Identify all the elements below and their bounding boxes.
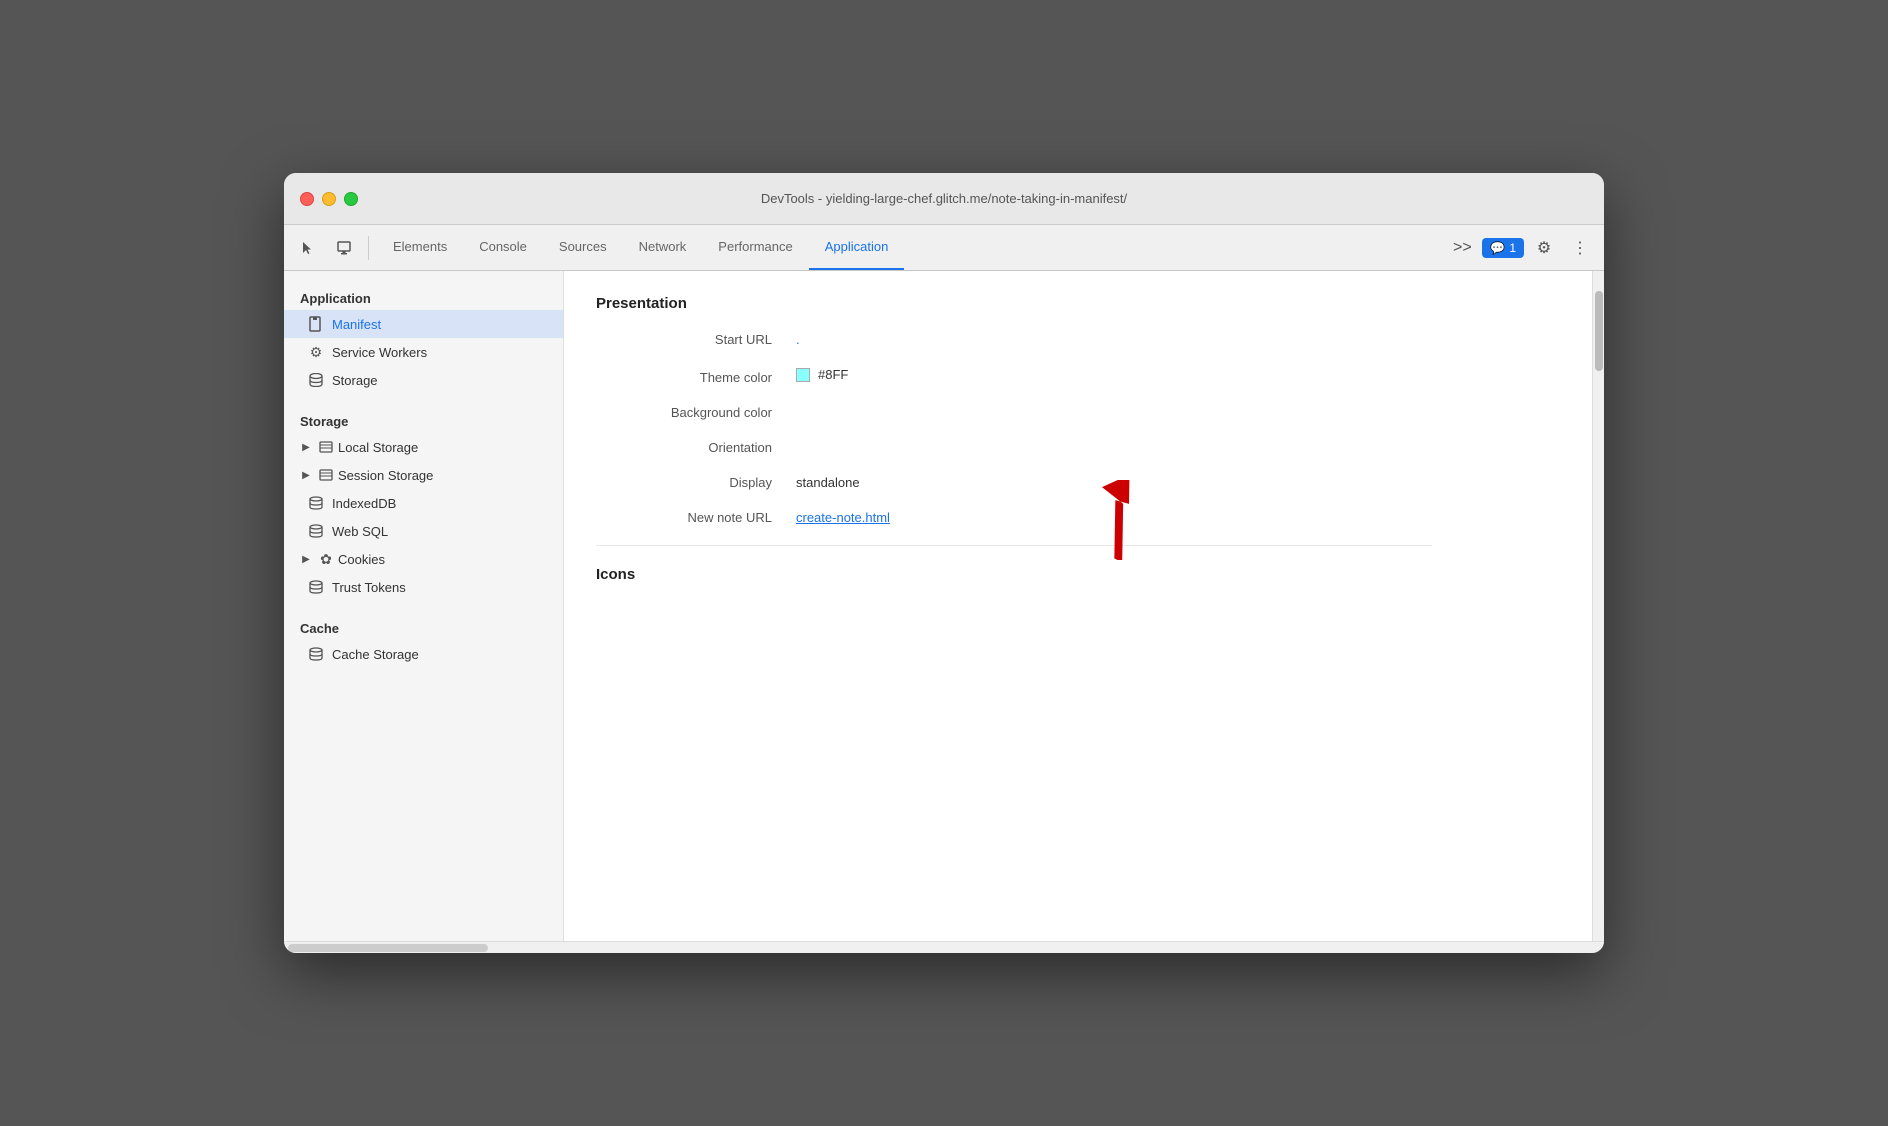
tab-bar: Elements Console Sources Network Perform… <box>377 225 904 270</box>
arrow-annotation <box>1076 480 1166 565</box>
cache-storage-label: Cache Storage <box>332 647 419 662</box>
field-row-display: Display standalone <box>596 475 1432 490</box>
sidebar-item-storage[interactable]: Storage <box>284 366 563 394</box>
storage-section-label: Storage <box>284 406 563 433</box>
theme-color-text: #8FF <box>818 367 848 382</box>
sidebar-item-trust-tokens[interactable]: Trust Tokens <box>284 573 563 601</box>
sidebar: Application Manifest ⚙ Service Workers <box>284 271 564 941</box>
chat-count: 1 <box>1509 241 1516 255</box>
local-storage-icon <box>318 439 334 455</box>
manifest-icon <box>308 316 324 332</box>
sidebar-item-cache-storage[interactable]: Cache Storage <box>284 640 563 668</box>
new-note-url-link[interactable]: create-note.html <box>796 510 890 525</box>
right-scrollbar[interactable] <box>1592 271 1604 941</box>
window-title: DevTools - yielding-large-chef.glitch.me… <box>761 191 1127 206</box>
session-storage-icon <box>318 467 334 483</box>
close-button[interactable] <box>300 192 314 206</box>
session-storage-arrow-icon: ▶ <box>300 469 312 481</box>
sidebar-item-web-sql[interactable]: Web SQL <box>284 517 563 545</box>
sidebar-item-indexed-db[interactable]: IndexedDB <box>284 489 563 517</box>
content-area: Presentation Start URL . Theme color #8F… <box>564 271 1592 941</box>
bottom-scrollbar-thumb[interactable] <box>288 944 488 952</box>
main-area: Application Manifest ⚙ Service Workers <box>284 271 1604 941</box>
service-workers-label: Service Workers <box>332 345 427 360</box>
web-sql-label: Web SQL <box>332 524 388 539</box>
toolbar-right: >> 💬 1 ⚙ ⋮ <box>1446 232 1596 264</box>
start-url-value: . <box>796 332 800 347</box>
new-note-url-value[interactable]: create-note.html <box>796 510 890 525</box>
new-note-url-label: New note URL <box>596 510 796 525</box>
web-sql-icon <box>308 523 324 539</box>
sidebar-item-service-workers[interactable]: ⚙ Service Workers <box>284 338 563 366</box>
service-workers-icon: ⚙ <box>308 344 324 360</box>
storage-icon <box>308 372 324 388</box>
red-arrow-icon <box>1076 480 1166 560</box>
field-row-background-color: Background color <box>596 405 1432 420</box>
cookies-label: Cookies <box>338 552 385 567</box>
sidebar-item-manifest[interactable]: Manifest <box>284 310 563 338</box>
trust-tokens-icon <box>308 579 324 595</box>
theme-color-swatch[interactable] <box>796 368 810 382</box>
tab-application[interactable]: Application <box>809 225 905 270</box>
more-tabs-button[interactable]: >> <box>1446 232 1478 264</box>
local-storage-arrow-icon: ▶ <box>300 441 312 453</box>
sidebar-item-local-storage[interactable]: ▶ Local Storage <box>284 433 563 461</box>
fullscreen-button[interactable] <box>344 192 358 206</box>
indexed-db-icon <box>308 495 324 511</box>
cursor-icon[interactable] <box>292 232 324 264</box>
storage-app-label: Storage <box>332 373 378 388</box>
field-row-orientation: Orientation <box>596 440 1432 455</box>
content-inner: Presentation Start URL . Theme color #8F… <box>564 271 1464 627</box>
chat-icon: 💬 <box>1490 241 1505 255</box>
field-row-new-note-url: New note URL create-note.html <box>596 510 1432 525</box>
display-label: Display <box>596 475 796 490</box>
tab-network[interactable]: Network <box>623 225 703 270</box>
background-color-label: Background color <box>596 405 796 420</box>
chat-badge[interactable]: 💬 1 <box>1482 238 1524 258</box>
theme-color-value: #8FF <box>796 367 848 382</box>
settings-icon[interactable]: ⚙ <box>1528 232 1560 264</box>
traffic-lights <box>300 192 358 206</box>
icons-title: Icons <box>596 566 1432 583</box>
start-url-label: Start URL <box>596 332 796 347</box>
indexed-db-label: IndexedDB <box>332 496 396 511</box>
section-divider <box>596 545 1432 546</box>
display-value: standalone <box>796 475 860 490</box>
manifest-label: Manifest <box>332 317 381 332</box>
devtools-window: DevTools - yielding-large-chef.glitch.me… <box>284 173 1604 953</box>
sidebar-item-cookies[interactable]: ▶ ✿ Cookies <box>284 545 563 573</box>
cache-section-label: Cache <box>284 613 563 640</box>
theme-color-label: Theme color <box>596 370 796 385</box>
tab-elements[interactable]: Elements <box>377 225 463 270</box>
tab-console[interactable]: Console <box>463 225 543 270</box>
toolbar-separator <box>368 236 369 260</box>
session-storage-label: Session Storage <box>338 468 433 483</box>
trust-tokens-label: Trust Tokens <box>332 580 406 595</box>
cookies-arrow-icon: ▶ <box>300 553 312 565</box>
sidebar-item-session-storage[interactable]: ▶ Session Storage <box>284 461 563 489</box>
bottom-scrollbar-bar <box>284 941 1604 953</box>
local-storage-label: Local Storage <box>338 440 418 455</box>
cache-storage-icon <box>308 646 324 662</box>
tab-toolbar: Elements Console Sources Network Perform… <box>284 225 1604 271</box>
inspect-icon[interactable] <box>328 232 360 264</box>
presentation-title: Presentation <box>596 295 1432 312</box>
bottom-scrollbar-track[interactable] <box>288 944 1600 952</box>
orientation-label: Orientation <box>596 440 796 455</box>
field-row-theme-color: Theme color #8FF <box>596 367 1432 385</box>
application-section-label: Application <box>284 283 563 310</box>
field-row-start-url: Start URL . <box>596 332 1432 347</box>
tab-performance[interactable]: Performance <box>702 225 808 270</box>
right-scrollbar-thumb[interactable] <box>1595 291 1603 371</box>
cookies-icon: ✿ <box>318 551 334 567</box>
titlebar: DevTools - yielding-large-chef.glitch.me… <box>284 173 1604 225</box>
more-options-icon[interactable]: ⋮ <box>1564 232 1596 264</box>
tab-sources[interactable]: Sources <box>543 225 623 270</box>
minimize-button[interactable] <box>322 192 336 206</box>
start-url-link[interactable]: . <box>796 332 800 347</box>
